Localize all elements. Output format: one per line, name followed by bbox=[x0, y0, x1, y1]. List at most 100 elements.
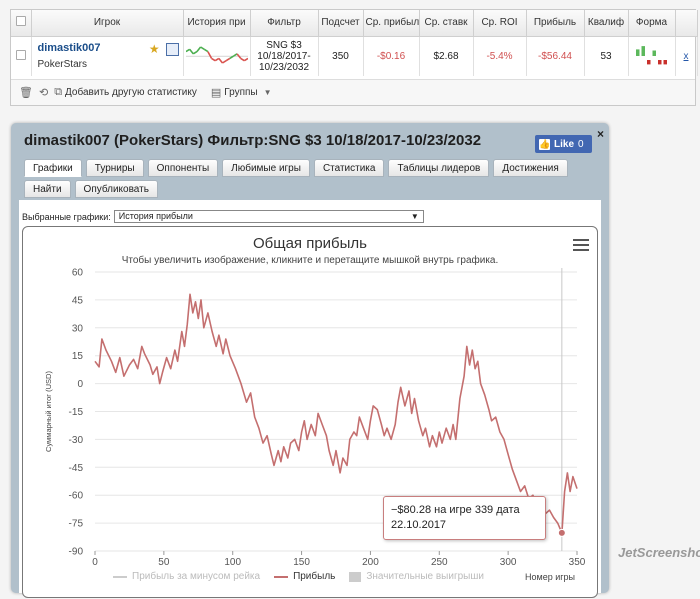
stats-table: Игрок История при Фильтр Подсчет Ср. при… bbox=[11, 10, 698, 76]
count-value: 350 bbox=[318, 36, 364, 76]
y-tick-label: 30 bbox=[72, 323, 84, 334]
player-cell: dimastik007 PokerStars ★ bbox=[31, 36, 184, 76]
legend-item[interactable]: Значительные выигрыши bbox=[349, 571, 484, 582]
qualif-value: 53 bbox=[584, 36, 629, 76]
add-stat-button[interactable]: Добавить другую статистику bbox=[65, 87, 197, 98]
trash-icon[interactable]: 🗑 bbox=[19, 86, 33, 99]
chart-title: Общая прибыль bbox=[252, 235, 368, 252]
y-tick-label: -75 bbox=[69, 519, 84, 530]
legend-label: Прибыль bbox=[293, 571, 336, 582]
col-header-empty bbox=[675, 10, 698, 37]
sparkline-segment bbox=[188, 48, 194, 55]
sparkline-segment bbox=[243, 57, 248, 62]
add-stat-icon: ⧉ bbox=[54, 86, 63, 98]
tab-favorite-games[interactable]: Любимые игры bbox=[222, 159, 310, 177]
sparkline-segment bbox=[195, 46, 201, 52]
select-all-checkbox[interactable] bbox=[11, 10, 32, 37]
legend-item[interactable]: Прибыль bbox=[274, 571, 335, 582]
profit-value: -$56.44 bbox=[526, 36, 585, 76]
col-header-count[interactable]: Подсчет bbox=[318, 10, 364, 37]
sparkline-segment bbox=[221, 59, 227, 64]
form-bar bbox=[646, 59, 650, 65]
chart-subtitle: Чтобы увеличить изображение, кликните и … bbox=[121, 255, 499, 266]
stats-table-container: Игрок История при Фильтр Подсчет Ср. при… bbox=[10, 9, 698, 106]
sparkline-segment bbox=[203, 48, 208, 52]
chart-selector-dropdown[interactable]: История прибыли ▼ bbox=[113, 210, 424, 223]
sparkline-segment bbox=[232, 52, 237, 57]
col-header-filter[interactable]: Фильтр bbox=[250, 10, 319, 37]
col-header-player[interactable]: Игрок bbox=[31, 10, 184, 37]
legend-swatch bbox=[113, 575, 127, 578]
tab-charts[interactable]: Графики bbox=[24, 159, 82, 177]
sparkline-segment bbox=[192, 50, 197, 55]
chart-tooltip: −$80.28 на игре 339 дата 22.10.2017 bbox=[383, 496, 546, 540]
sparkline-segment bbox=[214, 57, 219, 62]
col-header-qualif[interactable]: Квалиф bbox=[584, 10, 629, 37]
form-bar bbox=[635, 49, 639, 56]
refresh-icon[interactable]: ⟲ bbox=[39, 86, 48, 99]
details-icon[interactable] bbox=[165, 42, 179, 56]
remove-row-button[interactable]: x bbox=[684, 51, 689, 62]
tabs-row-1: Графики Турниры Оппоненты Любимые игры С… bbox=[24, 159, 572, 177]
col-header-profit[interactable]: Прибыль bbox=[526, 10, 585, 37]
tab-publish[interactable]: Опубликовать bbox=[74, 180, 158, 198]
tab-achievements[interactable]: Достижения bbox=[493, 159, 568, 177]
x-tick-label: 0 bbox=[92, 557, 98, 568]
filter-line: 10/23/2032 bbox=[258, 61, 310, 73]
y-tick-label: -90 bbox=[69, 547, 84, 558]
chart-legend: Прибыль за минусом рейка Прибыль Значитель… bbox=[113, 571, 498, 582]
col-header-history[interactable]: История при bbox=[183, 10, 251, 37]
col-header-avg-roi[interactable]: Ср. ROI bbox=[473, 10, 527, 37]
x-axis-label: Номер игры bbox=[525, 572, 575, 582]
table-toolbar: 🗑 ⟲ ⧉ Добавить другую статистику ▤ Групп… bbox=[11, 79, 695, 105]
groups-dropdown[interactable]: Группы bbox=[224, 87, 257, 98]
row-checkbox[interactable] bbox=[11, 36, 32, 76]
tab-tournaments[interactable]: Турниры bbox=[85, 159, 144, 177]
tab-leaderboards[interactable]: Таблицы лидеров bbox=[388, 159, 490, 177]
tab-find[interactable]: Найти bbox=[24, 180, 71, 198]
col-header-form[interactable]: Форма bbox=[628, 10, 676, 37]
profit-chart[interactable]: 604530150-15-30-45-60-75-900 50 100 150 200 2… bbox=[23, 227, 599, 599]
chevron-down-icon[interactable]: ▼ bbox=[264, 88, 272, 97]
highlight-point[interactable] bbox=[557, 528, 566, 537]
sparkline-segment bbox=[225, 57, 230, 62]
facebook-like-button[interactable]: 👍 Like 0 bbox=[535, 135, 592, 153]
award-icon[interactable]: ★ bbox=[148, 42, 161, 56]
chart-selector-value: История прибыли bbox=[118, 211, 193, 221]
sparkline-segment bbox=[206, 50, 212, 59]
history-sparkline bbox=[185, 46, 248, 64]
chart-selector-label: Выбранные графики: bbox=[22, 211, 111, 222]
x-tick-label: 150 bbox=[293, 557, 310, 568]
y-tick-label: -30 bbox=[69, 435, 84, 446]
sparkline-segment bbox=[199, 46, 205, 50]
close-icon[interactable]: × bbox=[597, 127, 604, 141]
player-site: PokerStars bbox=[37, 59, 87, 71]
y-tick-label: 45 bbox=[72, 295, 84, 306]
form-bar bbox=[663, 59, 667, 65]
form-bar bbox=[657, 59, 661, 65]
x-tick-label: 300 bbox=[500, 557, 517, 568]
avg-profit-value: -$0.16 bbox=[363, 36, 420, 76]
col-header-avg-stake[interactable]: Ср. ставк bbox=[419, 10, 474, 37]
y-tick-label: -15 bbox=[69, 407, 84, 418]
avg-roi-value: -5.4% bbox=[473, 36, 527, 76]
x-tick-label: 200 bbox=[362, 557, 379, 568]
tab-statistics[interactable]: Статистика bbox=[313, 159, 385, 177]
sparkline-segment bbox=[185, 48, 190, 52]
col-header-avg-profit[interactable]: Ср. прибыль bbox=[363, 10, 420, 37]
form-bar bbox=[652, 50, 656, 56]
tab-opponents[interactable]: Оппоненты bbox=[147, 159, 219, 177]
legend-item[interactable]: Прибыль за минусом рейка bbox=[113, 571, 260, 582]
remove-row-cell: x bbox=[675, 36, 698, 76]
x-tick-label: 100 bbox=[224, 557, 241, 568]
y-tick-label: -60 bbox=[69, 491, 84, 502]
sparkline-segment bbox=[239, 57, 245, 62]
hamburger-menu-icon[interactable] bbox=[573, 239, 589, 254]
watermark-logo: JetScreenshot bbox=[618, 545, 700, 560]
legend-label: Прибыль за минусом рейка bbox=[132, 571, 261, 582]
history-sparkline-cell bbox=[183, 36, 251, 76]
y-tick-label: -45 bbox=[69, 463, 84, 474]
filter-line: 10/18/2017- bbox=[257, 50, 311, 62]
like-label: Like bbox=[554, 138, 575, 150]
chart-selector-row: Выбранные графики: История прибыли ▼ bbox=[22, 210, 424, 223]
